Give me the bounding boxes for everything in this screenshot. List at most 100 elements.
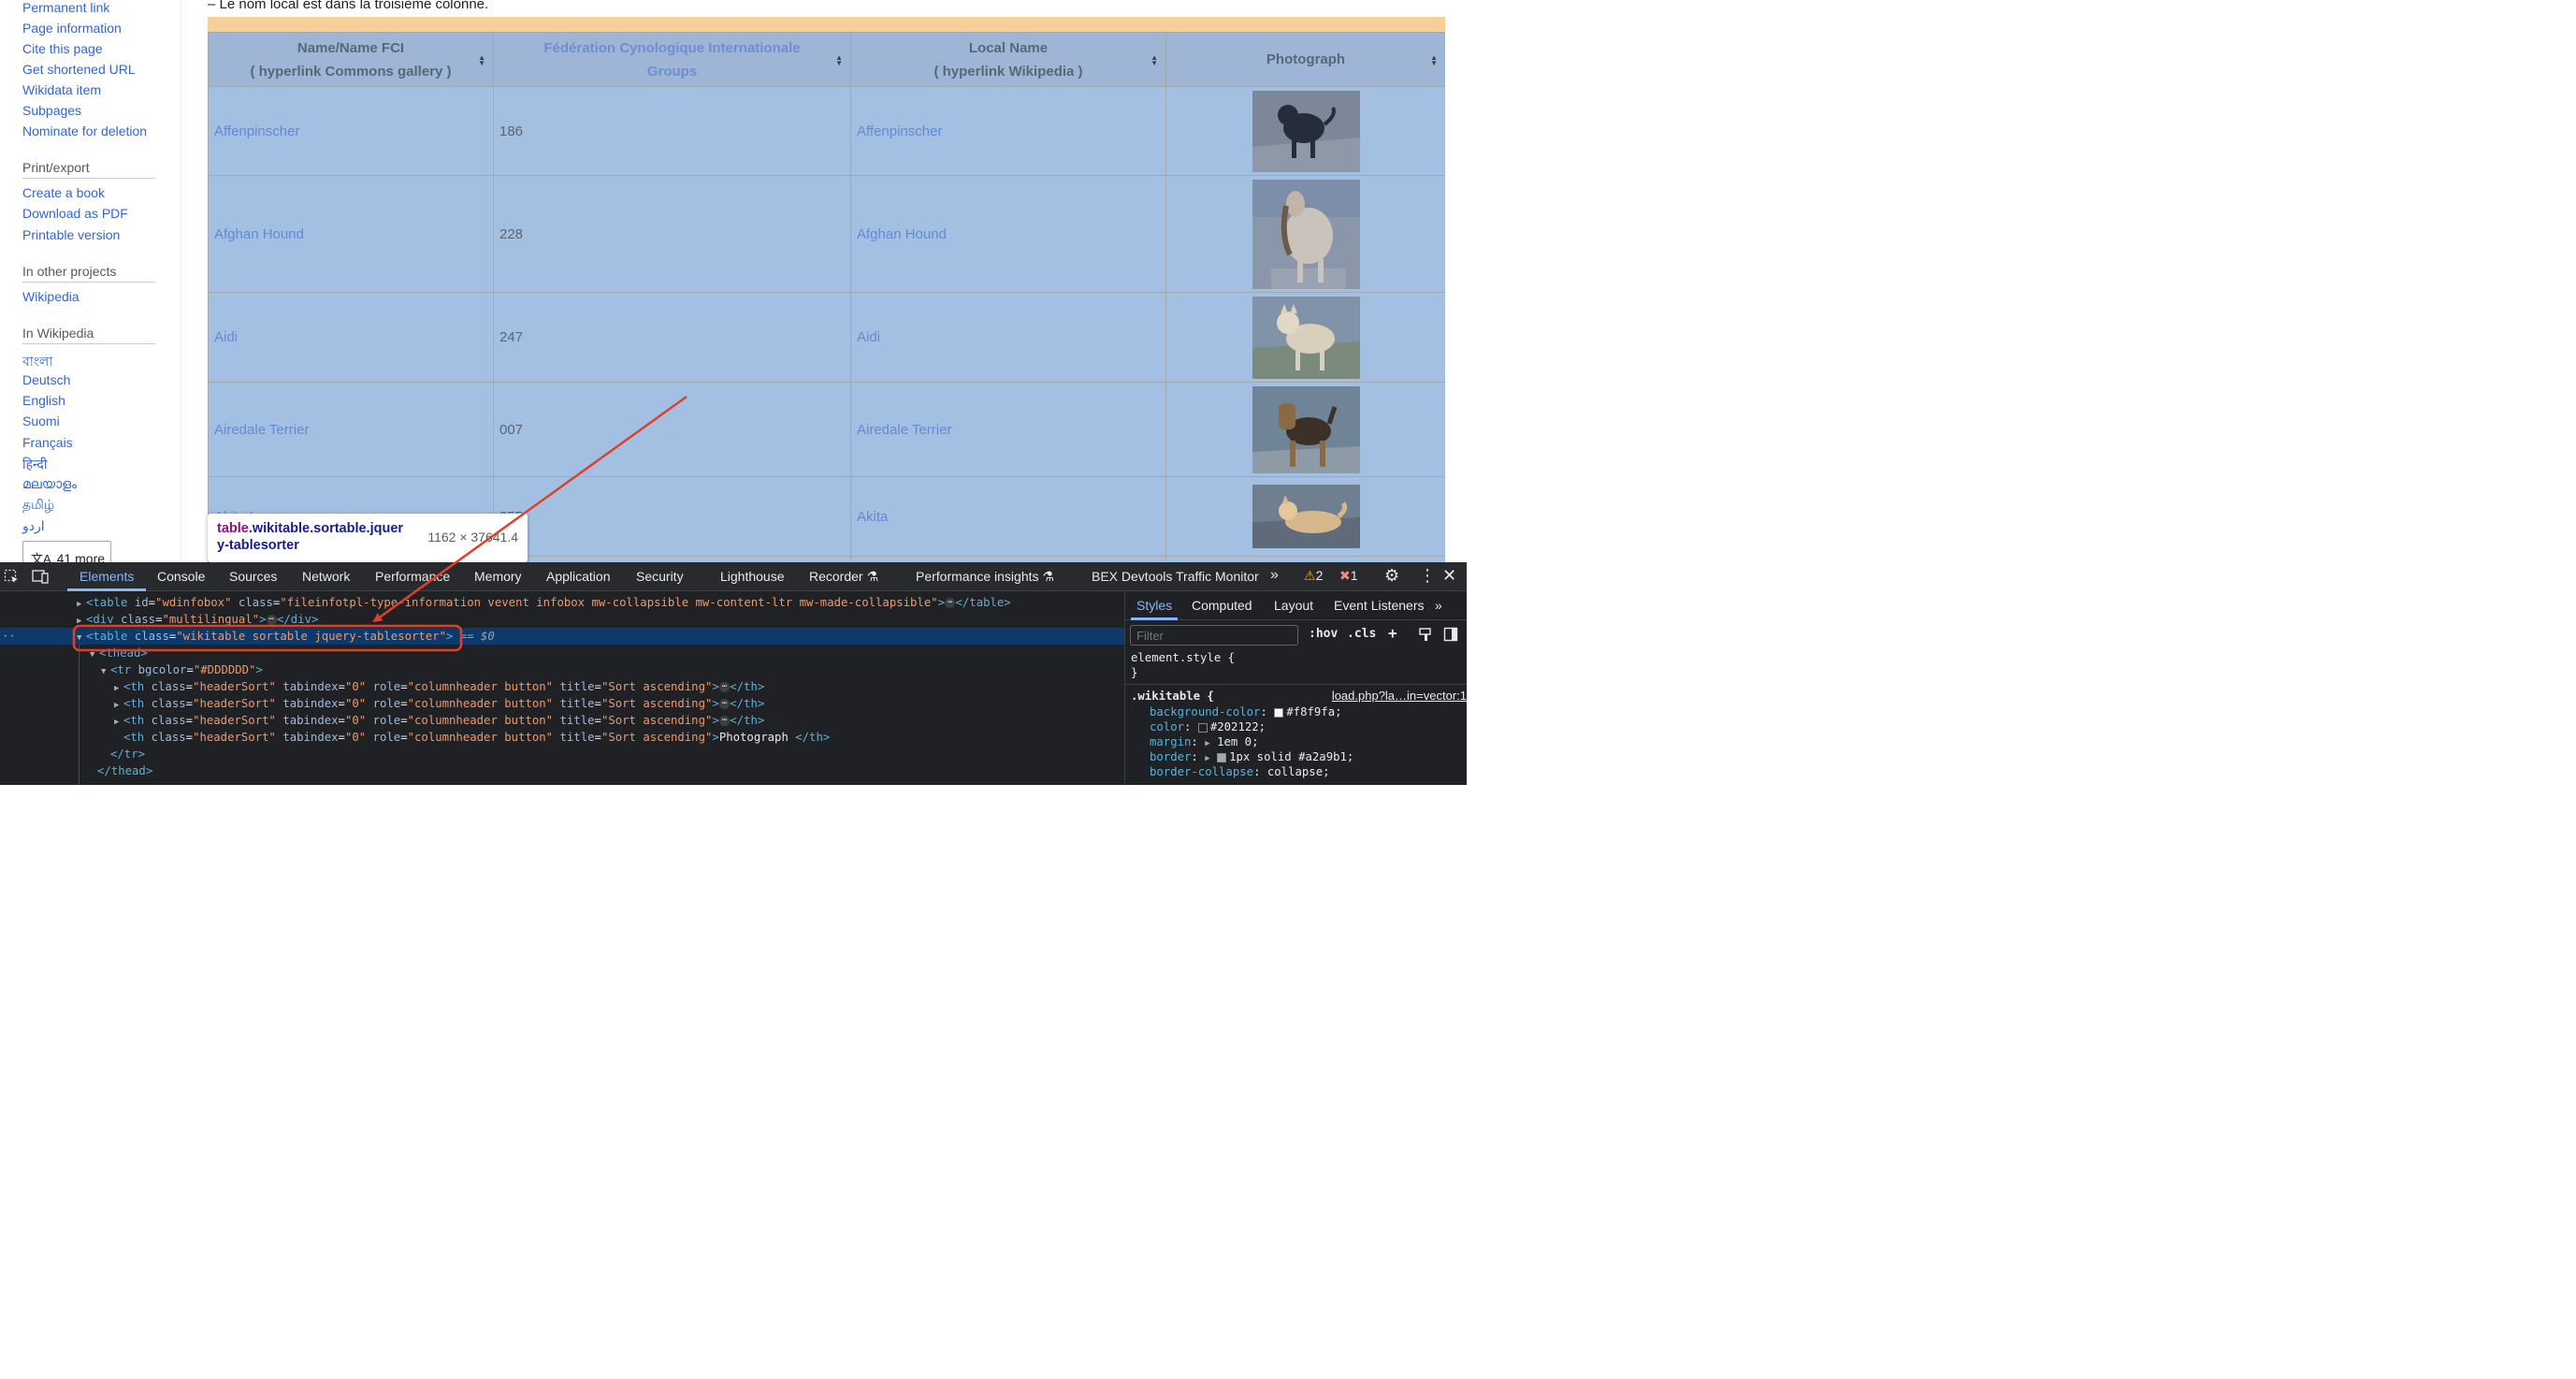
- local-name-link[interactable]: Affenpinscher: [857, 123, 942, 139]
- local-name-link[interactable]: Afghan Hound: [857, 226, 947, 242]
- css-prop-border-collapse[interactable]: border-collapse: collapse;: [1150, 764, 1330, 779]
- hover-state-toggle[interactable]: :hov: [1309, 627, 1338, 641]
- sidebar-link-wikipedia[interactable]: Wikipedia: [22, 289, 80, 304]
- tab-bex-traffic-monitor[interactable]: BEX Devtools Traffic Monitor: [1092, 569, 1259, 584]
- language-link-malayalam[interactable]: മലയാളം: [22, 476, 77, 492]
- add-rule-icon[interactable]: +: [1388, 624, 1397, 642]
- dog-photo-afghan-hound[interactable]: [1252, 179, 1360, 289]
- breed-name-link[interactable]: Airedale Terrier: [214, 422, 309, 438]
- column-header-photograph[interactable]: Photograph ▲ ▼: [1165, 32, 1445, 87]
- css-prop-background-color[interactable]: background-color: #f8f9fa;: [1150, 704, 1342, 719]
- dom-node-thead-close[interactable]: </thead>: [97, 762, 152, 779]
- toggle-sidebar-icon[interactable]: [1443, 627, 1458, 642]
- sidebar-link-page-information[interactable]: Page information: [22, 21, 122, 36]
- tab-sources[interactable]: Sources: [229, 569, 277, 584]
- local-name-link[interactable]: Akita: [857, 509, 888, 525]
- language-link-german[interactable]: Deutsch: [22, 372, 70, 387]
- breed-name-link[interactable]: Affenpinscher: [214, 123, 299, 139]
- close-devtools-icon[interactable]: ✕: [1442, 566, 1456, 586]
- dog-photo-airedale-terrier[interactable]: [1252, 385, 1360, 473]
- dom-node-multilingual[interactable]: ▶ <div class="multilingual"> ⋯ </div>: [77, 611, 318, 628]
- errors-badge[interactable]: ✖1: [1339, 568, 1358, 584]
- element-style-rule[interactable]: element.style {: [1131, 650, 1235, 665]
- language-link-french[interactable]: Français: [22, 435, 73, 450]
- language-link-english[interactable]: English: [22, 393, 65, 408]
- column-header-local-line2: ( hyperlink Wikipedia ): [933, 63, 1083, 80]
- sidebar-link-shortened-url[interactable]: Get shortened URL: [22, 62, 136, 77]
- tab-security[interactable]: Security: [636, 569, 684, 584]
- device-toolbar-icon[interactable]: [32, 569, 50, 585]
- sidebar: Permanent link Page information Cite thi…: [0, 0, 181, 562]
- cell-local-name: Akita: [850, 476, 1166, 557]
- sidebar-link-wikidata-item[interactable]: Wikidata item: [22, 82, 101, 97]
- highlight-margin-band: [208, 17, 1445, 32]
- dom-node-th[interactable]: ▶ <th class="headerSort" tabindex="0" rol…: [114, 695, 764, 712]
- more-panes-chevron-icon[interactable]: »: [1435, 598, 1442, 613]
- breed-name-link[interactable]: Afghan Hound: [214, 226, 304, 242]
- tab-styles[interactable]: Styles: [1136, 598, 1172, 613]
- local-name-link[interactable]: Aidi: [857, 329, 880, 345]
- dom-node-tr-close[interactable]: </tr>: [110, 746, 145, 762]
- tab-memory[interactable]: Memory: [474, 569, 522, 584]
- column-header-fci-groups[interactable]: Fédération Cynologique Internationale Gr…: [493, 32, 851, 87]
- more-tabs-chevron-icon[interactable]: »: [1270, 567, 1279, 584]
- inspect-element-icon[interactable]: [4, 569, 20, 585]
- css-prop-color[interactable]: color: #202122;: [1150, 719, 1266, 734]
- language-link-bengali[interactable]: বাংলা: [22, 351, 52, 373]
- paint-brush-icon[interactable]: [1418, 627, 1433, 642]
- sidebar-link-create-book[interactable]: Create a book: [22, 185, 105, 200]
- cell-photograph: [1165, 175, 1445, 293]
- warnings-badge[interactable]: ⚠2: [1304, 568, 1323, 584]
- dog-photo-affenpinscher[interactable]: [1252, 90, 1360, 172]
- dom-node-th[interactable]: ▶ <th class="headerSort" tabindex="0" rol…: [114, 712, 764, 729]
- tab-network[interactable]: Network: [302, 569, 350, 584]
- dom-node-wikitable-selected[interactable]: ·· ▼ <table class="wikitable sortable jque…: [0, 628, 1124, 645]
- stylesheet-source-link[interactable]: load.php?la…in=vector:1: [1332, 689, 1467, 703]
- kebab-menu-icon[interactable]: ⋮: [1419, 566, 1436, 586]
- intro-text: – Le nom local est dans la troisième col…: [208, 0, 489, 12]
- dom-node-th[interactable]: ▶ <th class="headerSort" tabindex="0" rol…: [114, 678, 764, 695]
- language-link-urdu[interactable]: اردو: [22, 518, 45, 534]
- tab-recorder[interactable]: Recorder ⚗: [809, 569, 878, 585]
- tab-elements[interactable]: Elements: [80, 569, 134, 584]
- color-swatch[interactable]: [1217, 752, 1227, 762]
- styles-filter-input[interactable]: [1130, 625, 1298, 646]
- sidebar-link-download-pdf[interactable]: Download as PDF: [22, 206, 128, 221]
- wikitable-rule-selector[interactable]: .wikitable {: [1131, 689, 1214, 704]
- class-toggle[interactable]: .cls: [1347, 627, 1376, 641]
- more-languages-button[interactable]: 文A 41 more: [22, 541, 111, 562]
- tab-computed[interactable]: Computed: [1192, 598, 1252, 613]
- sidebar-link-nominate-deletion[interactable]: Nominate for deletion: [22, 123, 147, 138]
- tab-console[interactable]: Console: [157, 569, 205, 584]
- language-link-finnish[interactable]: Suomi: [22, 414, 60, 428]
- more-languages-label: 41 more: [56, 551, 106, 562]
- dom-node-th-photograph[interactable]: <th class="headerSort" tabindex="0" role…: [114, 729, 830, 746]
- language-link-tamil[interactable]: தமிழ்: [22, 497, 54, 515]
- tab-performance-insights[interactable]: Performance insights ⚗: [916, 569, 1054, 585]
- expand-triangle-icon[interactable]: ▶: [1205, 739, 1209, 748]
- column-header-name[interactable]: Name/Name FCI ( hyperlink Commons galler…: [208, 32, 494, 87]
- tab-event-listeners[interactable]: Event Listeners: [1334, 598, 1425, 613]
- tab-layout[interactable]: Layout: [1274, 598, 1313, 613]
- sidebar-link-permanent-link[interactable]: Permanent link: [22, 0, 109, 15]
- sidebar-link-subpages[interactable]: Subpages: [22, 103, 81, 118]
- column-header-name-line1: Name/Name FCI: [297, 39, 405, 56]
- expand-triangle-icon[interactable]: ▶: [1205, 754, 1209, 763]
- sidebar-link-printable-version[interactable]: Printable version: [22, 227, 120, 242]
- language-link-hindi[interactable]: हिन्दी: [22, 456, 47, 473]
- dom-node-wdinfobox[interactable]: ▶ <table id="wdinfobox" class="fileinfotp…: [77, 594, 1011, 611]
- dom-node-thead[interactable]: ▼ <thead>: [90, 645, 148, 661]
- dom-node-tr[interactable]: ▼ <tr bgcolor="#DDDDDD">: [101, 661, 263, 678]
- settings-gear-icon[interactable]: ⚙: [1384, 566, 1399, 586]
- breed-name-link[interactable]: Aidi: [214, 329, 238, 345]
- local-name-link[interactable]: Airedale Terrier: [857, 422, 951, 438]
- column-header-local-name[interactable]: Local Name ( hyperlink Wikipedia ) ▲ ▼: [850, 32, 1166, 87]
- tab-performance[interactable]: Performance: [375, 569, 450, 584]
- color-swatch[interactable]: [1274, 707, 1284, 718]
- tab-application[interactable]: Application: [546, 569, 611, 584]
- dog-photo-akita[interactable]: [1252, 485, 1360, 548]
- color-swatch[interactable]: [1197, 722, 1208, 733]
- tab-lighthouse[interactable]: Lighthouse: [720, 569, 785, 584]
- sidebar-link-cite-page[interactable]: Cite this page: [22, 41, 103, 56]
- dog-photo-aidi[interactable]: [1252, 296, 1360, 379]
